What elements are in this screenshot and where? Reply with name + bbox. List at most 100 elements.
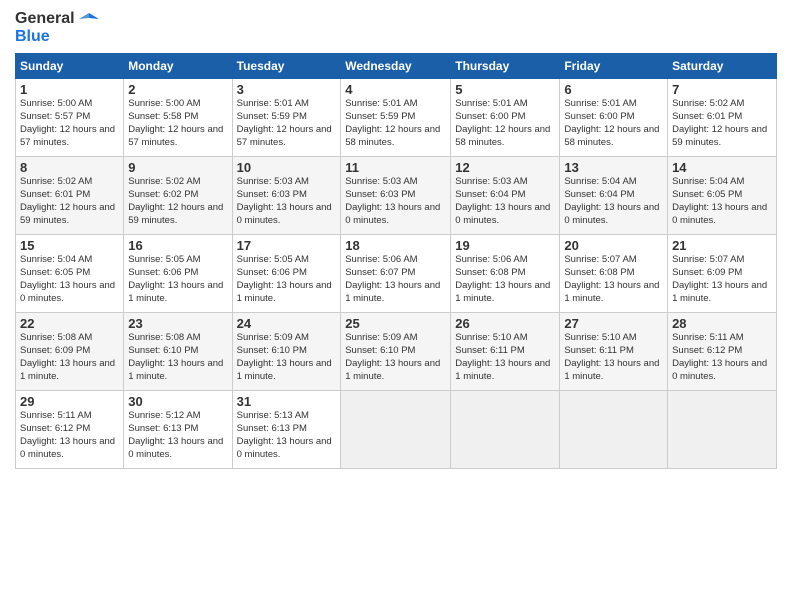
calendar-cell: 9 Sunrise: 5:02 AMSunset: 6:02 PMDayligh…	[124, 157, 232, 235]
calendar-cell: 27 Sunrise: 5:10 AMSunset: 6:11 PMDaylig…	[560, 313, 668, 391]
day-number: 25	[345, 316, 446, 331]
calendar-cell: 12 Sunrise: 5:03 AMSunset: 6:04 PMDaylig…	[451, 157, 560, 235]
day-info: Sunrise: 5:01 AMSunset: 5:59 PMDaylight:…	[345, 98, 440, 147]
calendar-cell	[560, 391, 668, 469]
day-info: Sunrise: 5:04 AMSunset: 6:05 PMDaylight:…	[20, 254, 115, 303]
day-number: 4	[345, 82, 446, 97]
day-number: 31	[237, 394, 337, 409]
day-number: 11	[345, 160, 446, 175]
logo-bird-icon	[79, 11, 99, 27]
calendar-cell: 10 Sunrise: 5:03 AMSunset: 6:03 PMDaylig…	[232, 157, 341, 235]
calendar-body: 1 Sunrise: 5:00 AMSunset: 5:57 PMDayligh…	[16, 79, 777, 469]
day-number: 13	[564, 160, 663, 175]
calendar-cell: 30 Sunrise: 5:12 AMSunset: 6:13 PMDaylig…	[124, 391, 232, 469]
header: General Blue	[15, 10, 777, 45]
day-info: Sunrise: 5:12 AMSunset: 6:13 PMDaylight:…	[128, 410, 223, 459]
day-number: 12	[455, 160, 555, 175]
calendar-cell: 26 Sunrise: 5:10 AMSunset: 6:11 PMDaylig…	[451, 313, 560, 391]
day-number: 19	[455, 238, 555, 253]
calendar-cell: 20 Sunrise: 5:07 AMSunset: 6:08 PMDaylig…	[560, 235, 668, 313]
day-number: 5	[455, 82, 555, 97]
day-header-saturday: Saturday	[668, 54, 777, 79]
calendar-week-row: 1 Sunrise: 5:00 AMSunset: 5:57 PMDayligh…	[16, 79, 777, 157]
calendar-cell: 4 Sunrise: 5:01 AMSunset: 5:59 PMDayligh…	[341, 79, 451, 157]
calendar-cell: 21 Sunrise: 5:07 AMSunset: 6:09 PMDaylig…	[668, 235, 777, 313]
day-number: 16	[128, 238, 227, 253]
day-info: Sunrise: 5:03 AMSunset: 6:03 PMDaylight:…	[345, 176, 440, 225]
calendar-cell	[668, 391, 777, 469]
day-number: 7	[672, 82, 772, 97]
day-number: 3	[237, 82, 337, 97]
calendar-week-row: 22 Sunrise: 5:08 AMSunset: 6:09 PMDaylig…	[16, 313, 777, 391]
calendar-cell: 25 Sunrise: 5:09 AMSunset: 6:10 PMDaylig…	[341, 313, 451, 391]
day-number: 2	[128, 82, 227, 97]
calendar-cell: 1 Sunrise: 5:00 AMSunset: 5:57 PMDayligh…	[16, 79, 124, 157]
day-info: Sunrise: 5:04 AMSunset: 6:05 PMDaylight:…	[672, 176, 767, 225]
day-info: Sunrise: 5:06 AMSunset: 6:08 PMDaylight:…	[455, 254, 550, 303]
calendar-cell: 14 Sunrise: 5:04 AMSunset: 6:05 PMDaylig…	[668, 157, 777, 235]
calendar-cell	[451, 391, 560, 469]
calendar-cell: 23 Sunrise: 5:08 AMSunset: 6:10 PMDaylig…	[124, 313, 232, 391]
day-number: 28	[672, 316, 772, 331]
day-number: 10	[237, 160, 337, 175]
day-info: Sunrise: 5:01 AMSunset: 6:00 PMDaylight:…	[564, 98, 659, 147]
day-info: Sunrise: 5:00 AMSunset: 5:57 PMDaylight:…	[20, 98, 115, 147]
calendar-cell: 13 Sunrise: 5:04 AMSunset: 6:04 PMDaylig…	[560, 157, 668, 235]
day-info: Sunrise: 5:08 AMSunset: 6:10 PMDaylight:…	[128, 332, 223, 381]
day-number: 27	[564, 316, 663, 331]
calendar-week-row: 29 Sunrise: 5:11 AMSunset: 6:12 PMDaylig…	[16, 391, 777, 469]
day-number: 18	[345, 238, 446, 253]
day-info: Sunrise: 5:10 AMSunset: 6:11 PMDaylight:…	[455, 332, 550, 381]
day-number: 14	[672, 160, 772, 175]
calendar-cell: 16 Sunrise: 5:05 AMSunset: 6:06 PMDaylig…	[124, 235, 232, 313]
day-info: Sunrise: 5:04 AMSunset: 6:04 PMDaylight:…	[564, 176, 659, 225]
calendar-cell: 3 Sunrise: 5:01 AMSunset: 5:59 PMDayligh…	[232, 79, 341, 157]
day-number: 17	[237, 238, 337, 253]
day-info: Sunrise: 5:06 AMSunset: 6:07 PMDaylight:…	[345, 254, 440, 303]
calendar-table: SundayMondayTuesdayWednesdayThursdayFrid…	[15, 53, 777, 469]
calendar-cell: 28 Sunrise: 5:11 AMSunset: 6:12 PMDaylig…	[668, 313, 777, 391]
calendar-cell: 6 Sunrise: 5:01 AMSunset: 6:00 PMDayligh…	[560, 79, 668, 157]
day-info: Sunrise: 5:09 AMSunset: 6:10 PMDaylight:…	[345, 332, 440, 381]
calendar-cell: 8 Sunrise: 5:02 AMSunset: 6:01 PMDayligh…	[16, 157, 124, 235]
day-number: 15	[20, 238, 119, 253]
day-number: 30	[128, 394, 227, 409]
day-header-wednesday: Wednesday	[341, 54, 451, 79]
day-info: Sunrise: 5:09 AMSunset: 6:10 PMDaylight:…	[237, 332, 332, 381]
calendar-week-row: 15 Sunrise: 5:04 AMSunset: 6:05 PMDaylig…	[16, 235, 777, 313]
day-header-sunday: Sunday	[16, 54, 124, 79]
calendar-cell: 2 Sunrise: 5:00 AMSunset: 5:58 PMDayligh…	[124, 79, 232, 157]
day-number: 1	[20, 82, 119, 97]
day-info: Sunrise: 5:05 AMSunset: 6:06 PMDaylight:…	[237, 254, 332, 303]
day-info: Sunrise: 5:02 AMSunset: 6:01 PMDaylight:…	[672, 98, 767, 147]
day-info: Sunrise: 5:03 AMSunset: 6:03 PMDaylight:…	[237, 176, 332, 225]
day-info: Sunrise: 5:01 AMSunset: 6:00 PMDaylight:…	[455, 98, 550, 147]
days-header-row: SundayMondayTuesdayWednesdayThursdayFrid…	[16, 54, 777, 79]
calendar-cell: 15 Sunrise: 5:04 AMSunset: 6:05 PMDaylig…	[16, 235, 124, 313]
day-info: Sunrise: 5:03 AMSunset: 6:04 PMDaylight:…	[455, 176, 550, 225]
day-info: Sunrise: 5:02 AMSunset: 6:02 PMDaylight:…	[128, 176, 223, 225]
calendar-cell: 31 Sunrise: 5:13 AMSunset: 6:13 PMDaylig…	[232, 391, 341, 469]
calendar-cell: 18 Sunrise: 5:06 AMSunset: 6:07 PMDaylig…	[341, 235, 451, 313]
day-info: Sunrise: 5:07 AMSunset: 6:09 PMDaylight:…	[672, 254, 767, 303]
calendar-cell: 7 Sunrise: 5:02 AMSunset: 6:01 PMDayligh…	[668, 79, 777, 157]
calendar-cell: 19 Sunrise: 5:06 AMSunset: 6:08 PMDaylig…	[451, 235, 560, 313]
day-header-thursday: Thursday	[451, 54, 560, 79]
day-number: 20	[564, 238, 663, 253]
day-info: Sunrise: 5:08 AMSunset: 6:09 PMDaylight:…	[20, 332, 115, 381]
logo: General Blue	[15, 10, 99, 45]
calendar-cell: 5 Sunrise: 5:01 AMSunset: 6:00 PMDayligh…	[451, 79, 560, 157]
day-info: Sunrise: 5:11 AMSunset: 6:12 PMDaylight:…	[20, 410, 115, 459]
calendar-cell: 24 Sunrise: 5:09 AMSunset: 6:10 PMDaylig…	[232, 313, 341, 391]
day-number: 6	[564, 82, 663, 97]
calendar-cell: 29 Sunrise: 5:11 AMSunset: 6:12 PMDaylig…	[16, 391, 124, 469]
calendar-cell: 17 Sunrise: 5:05 AMSunset: 6:06 PMDaylig…	[232, 235, 341, 313]
day-number: 29	[20, 394, 119, 409]
day-number: 22	[20, 316, 119, 331]
day-number: 23	[128, 316, 227, 331]
logo-text: General Blue	[15, 10, 99, 45]
day-number: 26	[455, 316, 555, 331]
day-info: Sunrise: 5:01 AMSunset: 5:59 PMDaylight:…	[237, 98, 332, 147]
day-info: Sunrise: 5:13 AMSunset: 6:13 PMDaylight:…	[237, 410, 332, 459]
calendar-cell	[341, 391, 451, 469]
